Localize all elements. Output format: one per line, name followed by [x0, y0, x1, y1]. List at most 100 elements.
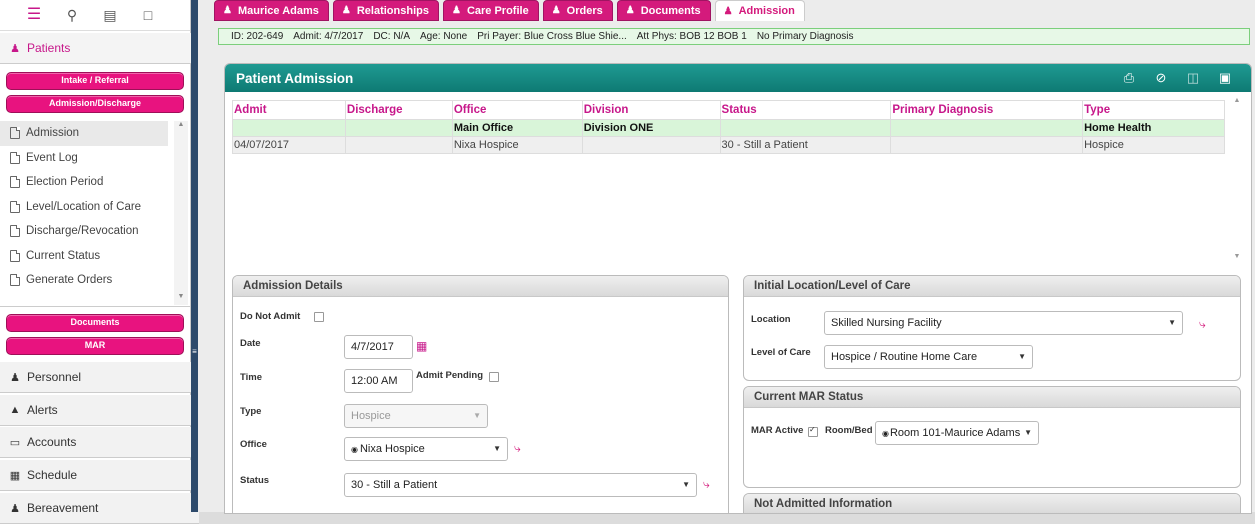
nav-accounts[interactable]: ▭ Accounts: [0, 427, 199, 458]
delete-icon[interactable]: ◫: [1185, 70, 1201, 86]
sidebar-splitter[interactable]: ≡: [191, 0, 198, 512]
primary-payer: Pri Payer: Blue Cross Blue Shie...: [477, 31, 627, 42]
column-header-primary-diagnosis[interactable]: Primary Diagnosis: [890, 100, 1084, 120]
tab-documents[interactable]: ♟ Documents: [616, 0, 711, 21]
lightning-icon[interactable]: ⤷: [1199, 317, 1206, 332]
sub-list-scrollbar[interactable]: ▲ ▼: [174, 121, 188, 305]
office-select[interactable]: ◉ Nixa Hospice ▼: [344, 437, 508, 461]
calendar-icon[interactable]: ▦: [416, 339, 427, 353]
intake-referral-button[interactable]: Intake / Referral: [6, 72, 184, 90]
print-icon[interactable]: ⎙: [1121, 70, 1137, 86]
id-card-icon[interactable]: ▤: [102, 7, 118, 23]
column-header-status[interactable]: Status: [719, 100, 892, 120]
sidebar-item-event-log[interactable]: Event Log: [0, 146, 174, 171]
scroll-up-icon[interactable]: ▲: [174, 121, 188, 133]
documents-button[interactable]: Documents: [6, 314, 184, 332]
person-icon: ♟: [10, 502, 20, 515]
nav-bereavement[interactable]: ♟ Bereavement: [0, 493, 199, 524]
not-admitted-title: Not Admitted Information: [754, 498, 893, 510]
date-label: Date: [240, 338, 261, 349]
sidebar-item-level-location-of-care[interactable]: Level/Location of Care: [0, 195, 174, 220]
chevron-down-icon: ▼: [1024, 428, 1032, 437]
tab-orders[interactable]: ♟ Orders: [542, 0, 613, 21]
column-header-division[interactable]: Division: [581, 100, 721, 120]
mar-active-checkbox[interactable]: [808, 425, 818, 437]
column-header-discharge[interactable]: Discharge: [344, 100, 453, 120]
table-row[interactable]: 04/07/2017 Nixa Hospice 30 - Still a Pat…: [232, 136, 1225, 154]
office-value: Nixa Hospice: [359, 443, 425, 455]
person-icon: ♟: [723, 5, 733, 17]
scroll-up-icon[interactable]: ▲: [1231, 97, 1243, 109]
tab-relationships[interactable]: ♟ Relationships: [332, 0, 439, 21]
status-label: Status: [240, 475, 270, 486]
nav-label: Personnel: [27, 370, 82, 384]
admission-date-value: 4/7/2017: [351, 341, 394, 353]
search-icon[interactable]: ⚲: [64, 7, 80, 23]
type-value: Hospice: [351, 410, 391, 422]
admit-pending-checkbox[interactable]: [489, 372, 499, 382]
nav-patients-label: Patients: [27, 41, 71, 55]
scroll-down-icon[interactable]: ▼: [174, 293, 188, 305]
mar-status-box: Current MAR Status MAR Active Room/Bed ◉…: [743, 386, 1241, 488]
menu-icon[interactable]: ☰: [26, 7, 42, 23]
column-header-admit[interactable]: Admit: [232, 100, 346, 120]
save-icon[interactable]: ▣: [1217, 70, 1233, 86]
sidebar-item-admission[interactable]: Admission: [0, 121, 168, 146]
admission-details-title: Admission Details: [243, 280, 343, 292]
type-select[interactable]: Hospice ▼: [344, 404, 488, 428]
admission-date-input[interactable]: 4/7/2017: [344, 335, 413, 359]
tab-label: Orders: [566, 4, 603, 17]
admission-time-input[interactable]: 12:00 AM: [344, 369, 413, 393]
tab-admission[interactable]: ♟ Admission: [714, 0, 805, 21]
level-of-care-select[interactable]: Hospice / Routine Home Care ▼: [824, 345, 1033, 369]
column-header-office[interactable]: Office: [451, 100, 583, 120]
sidebar-item-election-period[interactable]: Election Period: [0, 170, 174, 195]
initial-location-box: Initial Location/Level of Care Location …: [743, 275, 1241, 381]
sidebar-item-label: Level/Location of Care: [26, 200, 142, 213]
scroll-down-icon[interactable]: ▼: [1231, 253, 1243, 265]
admission-sub-list: Admission Event Log Election Period Leve…: [0, 121, 174, 305]
table-cell: 04/07/2017: [232, 136, 346, 154]
level-of-care-label: Level of Care: [751, 347, 811, 358]
lightning-icon[interactable]: ⤷: [703, 477, 710, 492]
patient-tabs: ♟ Maurice Adams ♟ Relationships ♟ Care P…: [214, 0, 805, 21]
tab-maurice-adams[interactable]: ♟ Maurice Adams: [214, 0, 329, 21]
admission-discharge-button[interactable]: Admission/Discharge: [6, 95, 184, 113]
sidebar-item-generate-orders[interactable]: Generate Orders: [0, 268, 174, 293]
nav-label: Schedule: [27, 468, 78, 482]
admission-details-header: Admission Details: [233, 276, 728, 297]
grid-scrollbar[interactable]: ▲ ▼: [1231, 97, 1243, 267]
nav-schedule[interactable]: ▦ Schedule: [0, 460, 199, 491]
discharge-date: DC: N/A: [373, 31, 410, 42]
document-icon: [10, 249, 20, 262]
nav-patients[interactable]: ♟ Patients: [0, 33, 199, 64]
nav-label: Accounts: [27, 435, 77, 449]
sidebar-item-discharge-revocation[interactable]: Discharge/Revocation: [0, 219, 174, 244]
lightning-icon[interactable]: ⤷: [514, 441, 521, 456]
grip-icon[interactable]: ≡: [191, 348, 198, 360]
person-icon: ♟: [341, 5, 351, 16]
column-header-type[interactable]: Type: [1082, 100, 1225, 120]
nav-alerts[interactable]: ▲ Alerts: [0, 395, 199, 426]
location-select[interactable]: Skilled Nursing Facility ▼: [824, 311, 1183, 335]
room-bed-select[interactable]: ◉ Room 101-Maurice Adams ▼: [875, 421, 1039, 445]
mar-button[interactable]: MAR: [6, 337, 184, 355]
sidebar-item-current-status[interactable]: Current Status: [0, 244, 174, 269]
table-cell: [890, 136, 1084, 154]
sidebar-item-label: Event Log: [26, 151, 78, 164]
type-label: Type: [240, 406, 262, 417]
do-not-admit-checkbox[interactable]: [314, 312, 324, 322]
document-icon: [10, 225, 20, 238]
table-cell: Nixa Hospice: [451, 136, 583, 154]
table-cell: Main Office: [451, 119, 583, 137]
status-value: 30 - Still a Patient: [351, 479, 438, 491]
person-icon: ♟: [451, 5, 461, 16]
grid-header-row: Admit Discharge Office Division Status P…: [232, 100, 1225, 120]
sidebar-item-label: Generate Orders: [26, 274, 113, 287]
table-cell: Division ONE: [581, 119, 721, 137]
nav-personnel[interactable]: ♟ Personnel: [0, 362, 199, 393]
status-select[interactable]: 30 - Still a Patient ▼: [344, 473, 697, 497]
tab-care-profile[interactable]: ♟ Care Profile: [442, 0, 539, 21]
note-icon[interactable]: □: [140, 7, 156, 23]
cancel-icon[interactable]: ⊘: [1153, 70, 1169, 86]
